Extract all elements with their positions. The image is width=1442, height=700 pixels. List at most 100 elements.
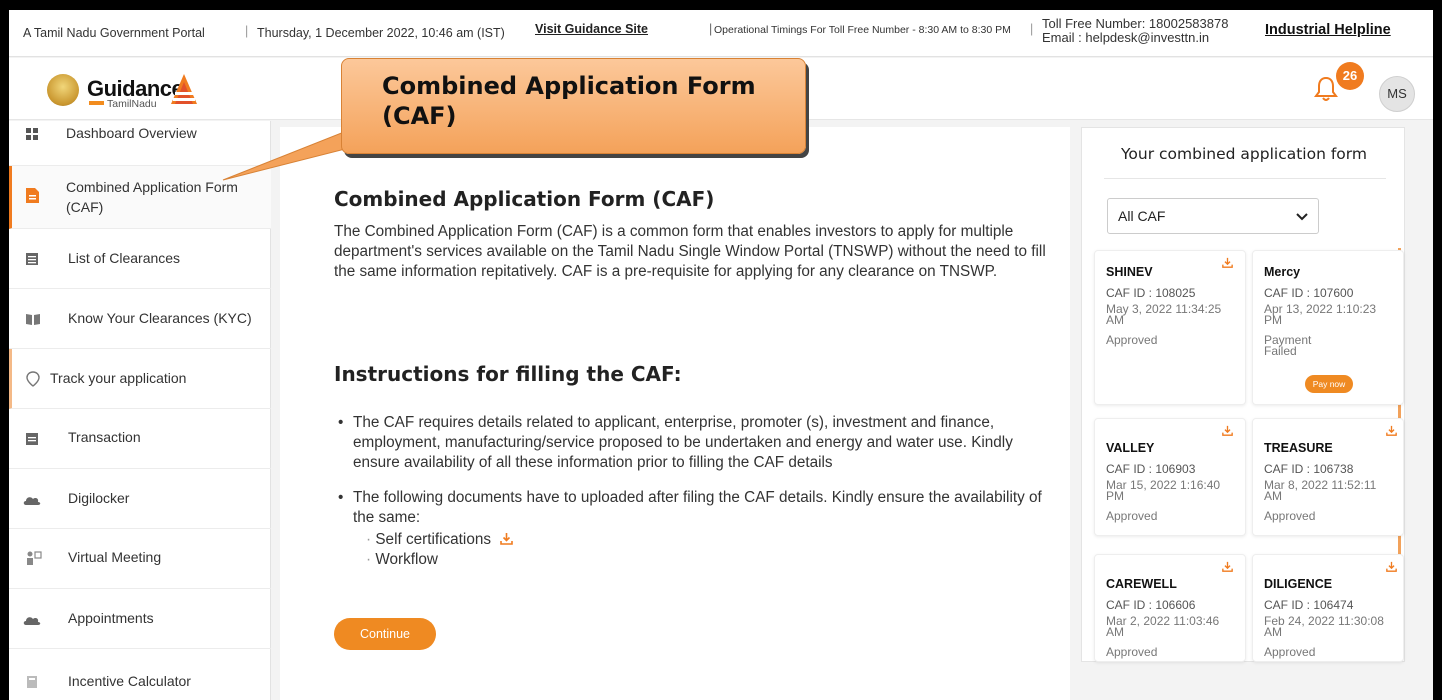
- caf-card[interactable]: DILIGENCE CAF ID : 106474 Feb 24, 2022 1…: [1252, 554, 1404, 662]
- continue-button[interactable]: Continue: [334, 618, 436, 650]
- caf-card[interactable]: TREASURE CAF ID : 106738 Mar 8, 2022 11:…: [1252, 418, 1404, 536]
- sidebar-item-label: Transaction: [68, 429, 141, 445]
- self-certifications-link[interactable]: · Self certifications: [366, 531, 514, 549]
- download-icon[interactable]: [1386, 425, 1397, 436]
- portal-label: A Tamil Nadu Government Portal: [23, 26, 205, 40]
- caf-id: CAF ID : 106738: [1264, 462, 1354, 476]
- caf-id: CAF ID : 108025: [1106, 286, 1196, 300]
- caf-card[interactable]: CAREWELL CAF ID : 106606 Mar 2, 2022 11:…: [1094, 554, 1246, 662]
- sidebar-item-label: List of Clearances: [68, 250, 181, 266]
- grid-icon: [26, 128, 38, 140]
- caf-id: CAF ID : 107600: [1264, 286, 1354, 300]
- cloud-icon: [23, 497, 41, 505]
- caf-date: Apr 13, 2022 1:10:23 PM: [1264, 302, 1377, 327]
- sidebar-item-digilocker[interactable]: Digilocker: [9, 469, 271, 529]
- sidebar-item-label: Know Your Clearances (KYC): [68, 310, 252, 326]
- pay-now-button[interactable]: Pay now: [1305, 375, 1353, 393]
- logo-subtext: TamilNadu: [107, 98, 157, 110]
- caf-status: Approved: [1264, 645, 1316, 659]
- sidebar-item-label: Virtual Meeting: [68, 549, 162, 565]
- download-icon[interactable]: [1222, 561, 1233, 572]
- current-datetime: Thursday, 1 December 2022, 10:46 am (IST…: [257, 26, 505, 40]
- download-icon[interactable]: [1222, 257, 1233, 268]
- sidebar-item-virtual-meeting[interactable]: Virtual Meeting: [9, 529, 271, 589]
- caf-id: CAF ID : 106474: [1264, 598, 1354, 612]
- caf-name: CAREWELL: [1106, 577, 1177, 591]
- caf-description: The Combined Application Form (CAF) is a…: [334, 223, 1046, 280]
- caf-name: Mercy: [1264, 265, 1301, 279]
- sidebar-item-label: Digilocker: [68, 490, 130, 506]
- instruction-text: The following documents have to uploaded…: [353, 489, 1042, 526]
- sidebar-item-label: Incentive Calculator: [68, 673, 191, 689]
- callout-text: Combined Application Form (CAF): [382, 72, 756, 130]
- caf-card[interactable]: SHINEV CAF ID : 108025 May 3, 2022 11:34…: [1094, 250, 1246, 405]
- caf-status: Approved: [1106, 645, 1158, 659]
- caf-date: May 3, 2022 11:34:25 AM: [1106, 302, 1222, 327]
- contact-info: Toll Free Number: 18002583878 Email : he…: [1042, 17, 1228, 45]
- divider: [1104, 178, 1386, 179]
- callout-pointer: [222, 132, 358, 181]
- helpdesk-email: Email : helpdesk@investtn.in: [1042, 30, 1210, 45]
- page-title: Combined Application Form (CAF): [334, 187, 715, 211]
- separator: |: [245, 24, 249, 38]
- document-icon: [26, 188, 39, 203]
- caf-date: Feb 24, 2022 11:30:08 AM: [1264, 614, 1384, 639]
- sidebar-item-appointments[interactable]: Appointments: [9, 589, 271, 649]
- transaction-icon: [26, 433, 38, 445]
- chevron-down-icon: [1296, 213, 1308, 221]
- bell-icon[interactable]: [1313, 75, 1339, 103]
- caf-name: VALLEY: [1106, 441, 1155, 455]
- caf-status: Approved: [1106, 509, 1158, 523]
- visit-guidance-link[interactable]: Visit Guidance Site: [535, 22, 648, 36]
- sidebar-item-label: Appointments: [68, 610, 154, 626]
- industrial-helpline-link[interactable]: Industrial Helpline: [1265, 22, 1391, 38]
- select-value: All CAF: [1118, 208, 1166, 224]
- logo-stripe: [89, 101, 104, 105]
- caf-date: Mar 2, 2022 11:03:46 AM: [1106, 614, 1220, 639]
- workflow-link[interactable]: · Workflow: [366, 551, 438, 569]
- top-info-bar: A Tamil Nadu Government Portal | Thursda…: [9, 10, 1433, 57]
- sidebar-item-kyc[interactable]: Know Your Clearances (KYC): [9, 289, 271, 349]
- book-icon: [26, 314, 40, 325]
- caf-filter-select[interactable]: All CAF: [1107, 198, 1319, 234]
- caf-date: Mar 15, 2022 1:16:40 PM: [1106, 478, 1221, 503]
- browser-frame: A Tamil Nadu Government Portal | Thursda…: [9, 10, 1433, 700]
- caf-name: SHINEV: [1106, 265, 1153, 279]
- location-icon: [26, 371, 40, 387]
- caf-name: DILIGENCE: [1264, 577, 1333, 591]
- caf-status: Payment Failed: [1264, 333, 1312, 358]
- list-icon: [26, 253, 38, 265]
- sidebar-item-track[interactable]: Track your application: [9, 349, 271, 409]
- guidance-logo-mark-icon: [171, 74, 197, 104]
- caf-card[interactable]: Mercy CAF ID : 107600 Apr 13, 2022 1:10:…: [1252, 250, 1404, 405]
- instructions-heading: Instructions for filling the CAF:: [334, 362, 682, 386]
- tn-emblem-icon: [47, 74, 79, 106]
- caf-card[interactable]: VALLEY CAF ID : 106903 Mar 15, 2022 1:16…: [1094, 418, 1246, 536]
- download-icon[interactable]: [500, 532, 514, 545]
- main-content-card: Combined Application Form (CAF) The Comb…: [280, 127, 1070, 700]
- caf-status: Approved: [1106, 333, 1158, 347]
- caf-status: Approved: [1264, 509, 1316, 523]
- cloud-icon: [23, 617, 41, 625]
- sidebar-item-clearances[interactable]: List of Clearances: [9, 229, 271, 289]
- sub-item-label: Self certifications: [375, 531, 491, 548]
- panel-title: Your combined application form: [1121, 145, 1367, 163]
- download-icon[interactable]: [1386, 561, 1397, 572]
- user-avatar[interactable]: MS: [1379, 76, 1415, 112]
- sidebar: Dashboard Overview Combined Application …: [9, 121, 271, 700]
- caf-id: CAF ID : 106903: [1106, 462, 1196, 476]
- calculator-icon: [27, 676, 37, 688]
- notification-badge: 26: [1336, 62, 1364, 90]
- caf-date: Mar 8, 2022 11:52:11 AM: [1264, 478, 1377, 503]
- operational-timings: Operational Timings For Toll Free Number…: [714, 24, 1011, 36]
- meeting-icon: [27, 551, 42, 565]
- separator: |: [709, 22, 713, 36]
- caf-name: TREASURE: [1264, 441, 1333, 455]
- sidebar-item-transaction[interactable]: Transaction: [9, 409, 271, 469]
- sidebar-item-label: Track your application: [50, 370, 187, 386]
- sidebar-item-incentive[interactable]: Incentive Calculator: [9, 649, 271, 700]
- instruction-text: The CAF requires details related to appl…: [353, 414, 1013, 471]
- caf-id: CAF ID : 106606: [1106, 598, 1196, 612]
- download-icon[interactable]: [1222, 425, 1233, 436]
- sub-item-label: Workflow: [375, 551, 438, 568]
